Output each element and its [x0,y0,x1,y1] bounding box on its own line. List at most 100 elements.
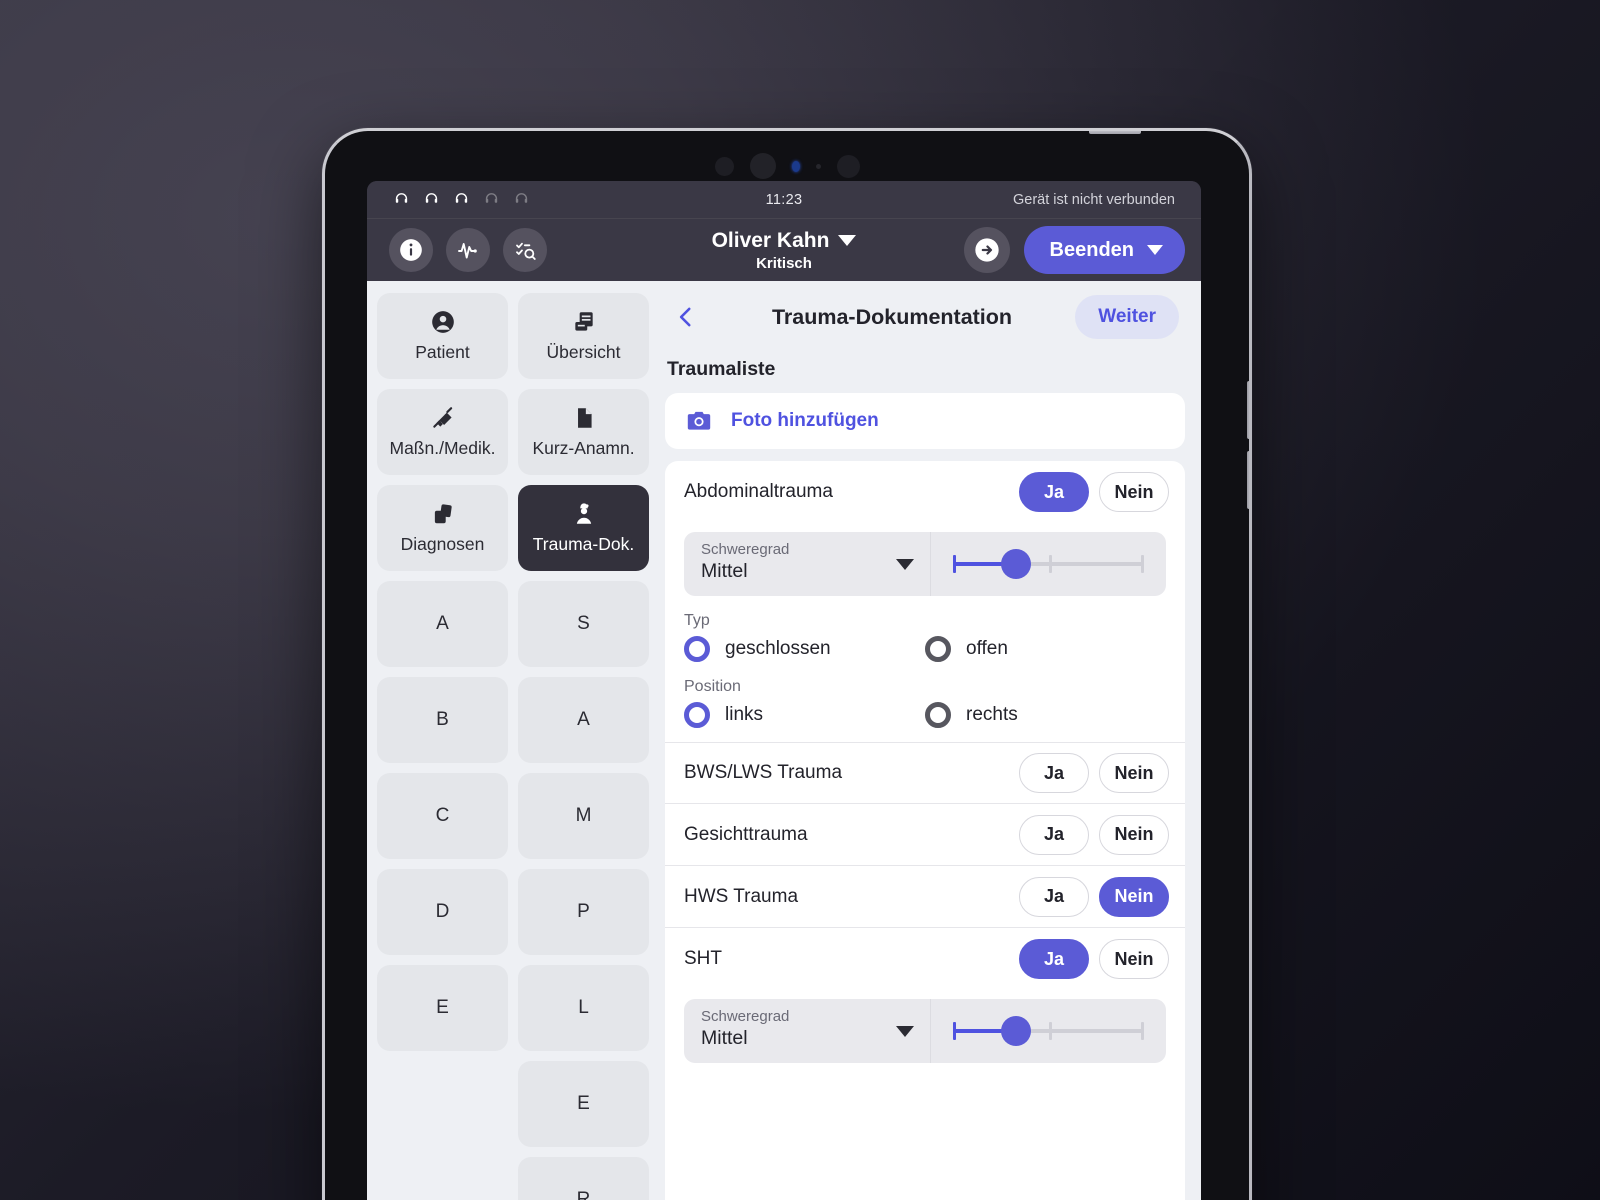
radio-label: offen [966,638,1008,659]
file-icon [577,408,592,428]
front-camera-icon [749,153,776,179]
sidebar-item-label: Übersicht [546,342,621,362]
no-button[interactable]: Nein [1099,472,1169,512]
severity-dropdown[interactable]: Schweregrad Mittel [684,532,931,596]
sidebar-letter-m[interactable]: M [518,773,649,859]
position-caption: Position [684,678,741,695]
sidebar-item-massnahmen-medikation[interactable]: Maßn./Medik. [377,389,508,475]
section-title: Traumaliste [667,358,776,380]
yes-no-toggle-group: Ja Nein [1019,753,1169,793]
no-button[interactable]: Nein [1099,753,1169,793]
syringe-icon [432,407,452,428]
volume-down-button[interactable] [1247,451,1249,509]
yes-no-toggle-group: Ja Nein [1019,472,1169,512]
severity-dropdown[interactable]: Schweregrad Mittel [684,999,931,1063]
severity-slider[interactable] [931,999,1166,1063]
table-row: Abdominaltrauma Ja Nein [665,461,1185,523]
app-header: Oliver Kahn Kritisch Beenden [367,219,1201,281]
camera-icon [687,411,711,430]
radio-label: geschlossen [725,638,831,659]
patient-name-dropdown[interactable]: Oliver Kahn [712,229,857,253]
sidebar-letter-a2[interactable]: A [518,677,649,763]
slider-thumb[interactable] [1001,549,1032,579]
add-photo-label: Foto hinzufügen [731,410,879,431]
sidebar-item-label: Diagnosen [400,534,485,554]
position-options: links rechts [684,702,1166,742]
chevron-down-icon [838,235,857,246]
camera-sensor-cluster [325,153,1249,179]
sidebar-item-label: Maßn./Medik. [389,438,496,458]
severity-label: Schweregrad [701,1008,790,1025]
yes-button[interactable]: Ja [1019,753,1089,793]
slider-track [953,549,1144,579]
chevron-down-icon [896,559,914,570]
sidebar-letter-s[interactable]: S [518,581,649,667]
slider-thumb[interactable] [1001,1016,1032,1046]
severity-control: Schweregrad Mittel [684,999,1166,1063]
severity-value: Mittel [701,560,748,582]
radio-option-rechts[interactable]: rechts [925,702,1166,728]
yes-button[interactable]: Ja [1019,939,1089,979]
sidebar-navigation: Patient Übersicht Maßn./Medik. Kurz-Anam… [367,281,659,1200]
depth-camera-icon [836,154,860,178]
tablet-device-frame: 11:23 Gerät ist nicht verbunden Oliver K… [322,128,1252,1200]
sidebar-item-uebersicht[interactable]: Übersicht [518,293,649,379]
headphones-icon [515,193,528,203]
sidebar-letter-r[interactable]: R [518,1157,649,1200]
slider-tick-mid [1048,1022,1052,1040]
page-title: Trauma-Dokumentation [771,304,1013,329]
trauma-name: Gesichttrauma [684,823,808,845]
yes-button[interactable]: Ja [1019,814,1089,855]
yes-button[interactable]: Ja [1019,876,1089,917]
radio-option-links[interactable]: links [684,702,925,728]
table-row: HWS Trauma Ja Nein [665,866,1185,928]
patient-name-text: Oliver Kahn [711,228,830,252]
severity-value: Mittel [701,1027,748,1049]
sidebar-item-trauma-dok[interactable]: Trauma-Dok. [518,485,649,571]
no-button[interactable]: Nein [1099,876,1169,917]
main-content: Trauma-Dokumentation Weiter Traumaliste … [659,281,1201,1200]
yes-button[interactable]: Ja [1019,472,1089,512]
sidebar-letter-p[interactable]: P [518,869,649,955]
slider-tick-min [953,555,956,573]
next-button[interactable]: Weiter [1075,295,1179,339]
sidebar-letter-e[interactable]: E [377,965,508,1051]
back-button[interactable] [669,300,703,334]
copy-files-icon [434,504,452,524]
radio-option-offen[interactable]: offen [925,636,1166,662]
sidebar-letter-d[interactable]: D [377,869,508,955]
power-button[interactable] [1089,131,1141,134]
radio-unselected-icon [925,636,951,662]
typ-radio-group: Typ geschlossen offen [665,610,1185,676]
sidebar-letter-a[interactable]: A [377,581,508,667]
no-button[interactable]: Nein [1099,814,1169,855]
radio-selected-icon [684,702,710,728]
sidebar-letter-l[interactable]: L [518,965,649,1051]
table-row: BWS/LWS Trauma Ja Nein [665,742,1185,804]
ambient-light-sensor-icon [815,163,821,169]
sidebar-letter-b[interactable]: B [377,677,508,763]
sidebar-item-kurz-anamnese[interactable]: Kurz-Anamn. [518,389,649,475]
sensor-icon [714,156,734,176]
headset-indicator-group [393,191,530,208]
chevron-left-icon [679,307,691,327]
sidebar-item-label: Kurz-Anamn. [532,438,635,458]
no-button[interactable]: Nein [1099,939,1169,979]
indicator-led-icon [791,160,800,172]
severity-slider[interactable] [931,532,1166,596]
sidebar-item-diagnosen[interactable]: Diagnosen [377,485,508,571]
slider-tick-max [1141,555,1144,573]
connection-status-text: Gerät ist nicht verbunden [1012,191,1175,208]
headphones-icon [425,193,438,203]
severity-control: Schweregrad Mittel [684,532,1166,596]
add-photo-button[interactable]: Foto hinzufügen [665,393,1185,449]
radio-selected-icon [684,636,710,662]
chevron-down-icon [1147,245,1163,255]
tablet-screen: 11:23 Gerät ist nicht verbunden Oliver K… [367,181,1201,1200]
volume-up-button[interactable] [1247,381,1249,439]
sidebar-letter-c[interactable]: C [377,773,508,859]
sidebar-letter-e2[interactable]: E [518,1061,649,1147]
radio-option-geschlossen[interactable]: geschlossen [684,636,925,662]
typ-options: geschlossen offen [684,636,1166,676]
sidebar-item-patient[interactable]: Patient [377,293,508,379]
